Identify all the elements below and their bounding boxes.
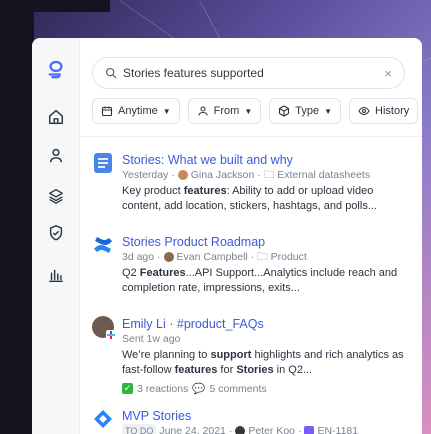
cube-icon [279,105,290,117]
analytics-icon[interactable] [46,265,66,285]
comments-count: 5 comments [209,382,267,395]
calendar-icon [101,106,113,117]
comment-icon: 💬 [192,383,206,395]
shield-check-icon[interactable] [46,223,66,243]
ticket-icon [304,426,315,434]
filter-anytime-label: Anytime [118,105,158,117]
result-snippet: Q2 Features...API Support...Analytics in… [122,267,398,294]
filter-anytime[interactable]: Anytime ▼ [92,98,180,124]
result-time: June 24, 2021 · [159,425,233,434]
result-title[interactable]: Emily Li · #product_FAQs [122,316,412,332]
chevron-down-icon: ▼ [324,106,333,116]
home-icon[interactable] [46,107,66,127]
avatar [177,170,188,180]
google-docs-icon [94,153,112,173]
chevron-down-icon: ▼ [244,106,253,116]
result-title[interactable]: Stories: What we built and why [122,152,412,168]
slack-icon [106,330,116,340]
search-icon [105,67,117,79]
result-title[interactable]: MVP Stories [122,408,412,424]
search-panel: Stories features supported × Anytime ▼ F… [32,38,422,434]
confluence-icon [94,237,112,253]
result-meta: 3d ago · Evan Campbell · 🗀 Product [122,250,412,264]
sidebar-rail [32,38,80,434]
search-input[interactable]: Stories features supported × [92,57,405,89]
filter-history-label: History [375,105,410,117]
filter-type[interactable]: Type ▼ [269,98,342,124]
clear-search-icon[interactable]: × [384,66,392,81]
result-author: Gina Jackson · [190,169,261,181]
result-meta: Sent 1w ago [122,332,412,346]
layers-icon[interactable] [46,186,66,206]
result-engagement: ✓ 3 reactions 💬 5 comments [122,382,412,395]
avatar [92,316,116,340]
result-meta: Yesterday · Gina Jackson · 🗀 External da… [122,168,412,182]
result-time: Sent 1w ago [122,333,181,345]
chevron-down-icon: ▼ [162,106,171,116]
filter-type-label: Type [295,105,320,117]
result-location: External datasheets [277,169,371,181]
filter-from-label: From [213,105,240,117]
result-author: Evan Campbell · [176,251,255,263]
filter-bar: Anytime ▼ From ▼ Type ▼ History [92,98,419,124]
person-icon[interactable] [46,146,66,166]
result-location: Product [270,251,307,263]
result-meta: TO DO June 24, 2021 · Peter Koo · EN-118… [122,424,412,434]
folder-icon: 🗀 [257,251,268,263]
main-content: Stories features supported × Anytime ▼ F… [80,38,422,434]
jira-icon [94,410,112,428]
result-time: Yesterday · [122,169,175,181]
avatar [163,252,174,262]
avatar [235,426,246,434]
folder-icon: 🗀 [263,169,275,181]
result-time: 3d ago · [122,251,161,263]
result-title[interactable]: Stories Product Roadmap [122,234,412,250]
person-icon [198,106,208,116]
eye-icon [358,106,370,116]
status-badge: TO DO [122,424,157,434]
search-query: Stories features supported [123,66,264,80]
result-snippet: Key product features: Ability to add or … [122,185,377,212]
divider [80,136,422,137]
reactions-count: 3 reactions [137,382,189,395]
filter-from[interactable]: From ▼ [187,98,262,124]
result-snippet: We’re planning to support highlights and… [122,349,404,376]
result-author: Peter Koo · [248,425,302,434]
result-location: EN-1181 [317,425,359,434]
filter-history[interactable]: History [349,98,419,124]
glean-logo-icon[interactable] [46,60,66,80]
check-icon: ✓ [122,383,133,394]
